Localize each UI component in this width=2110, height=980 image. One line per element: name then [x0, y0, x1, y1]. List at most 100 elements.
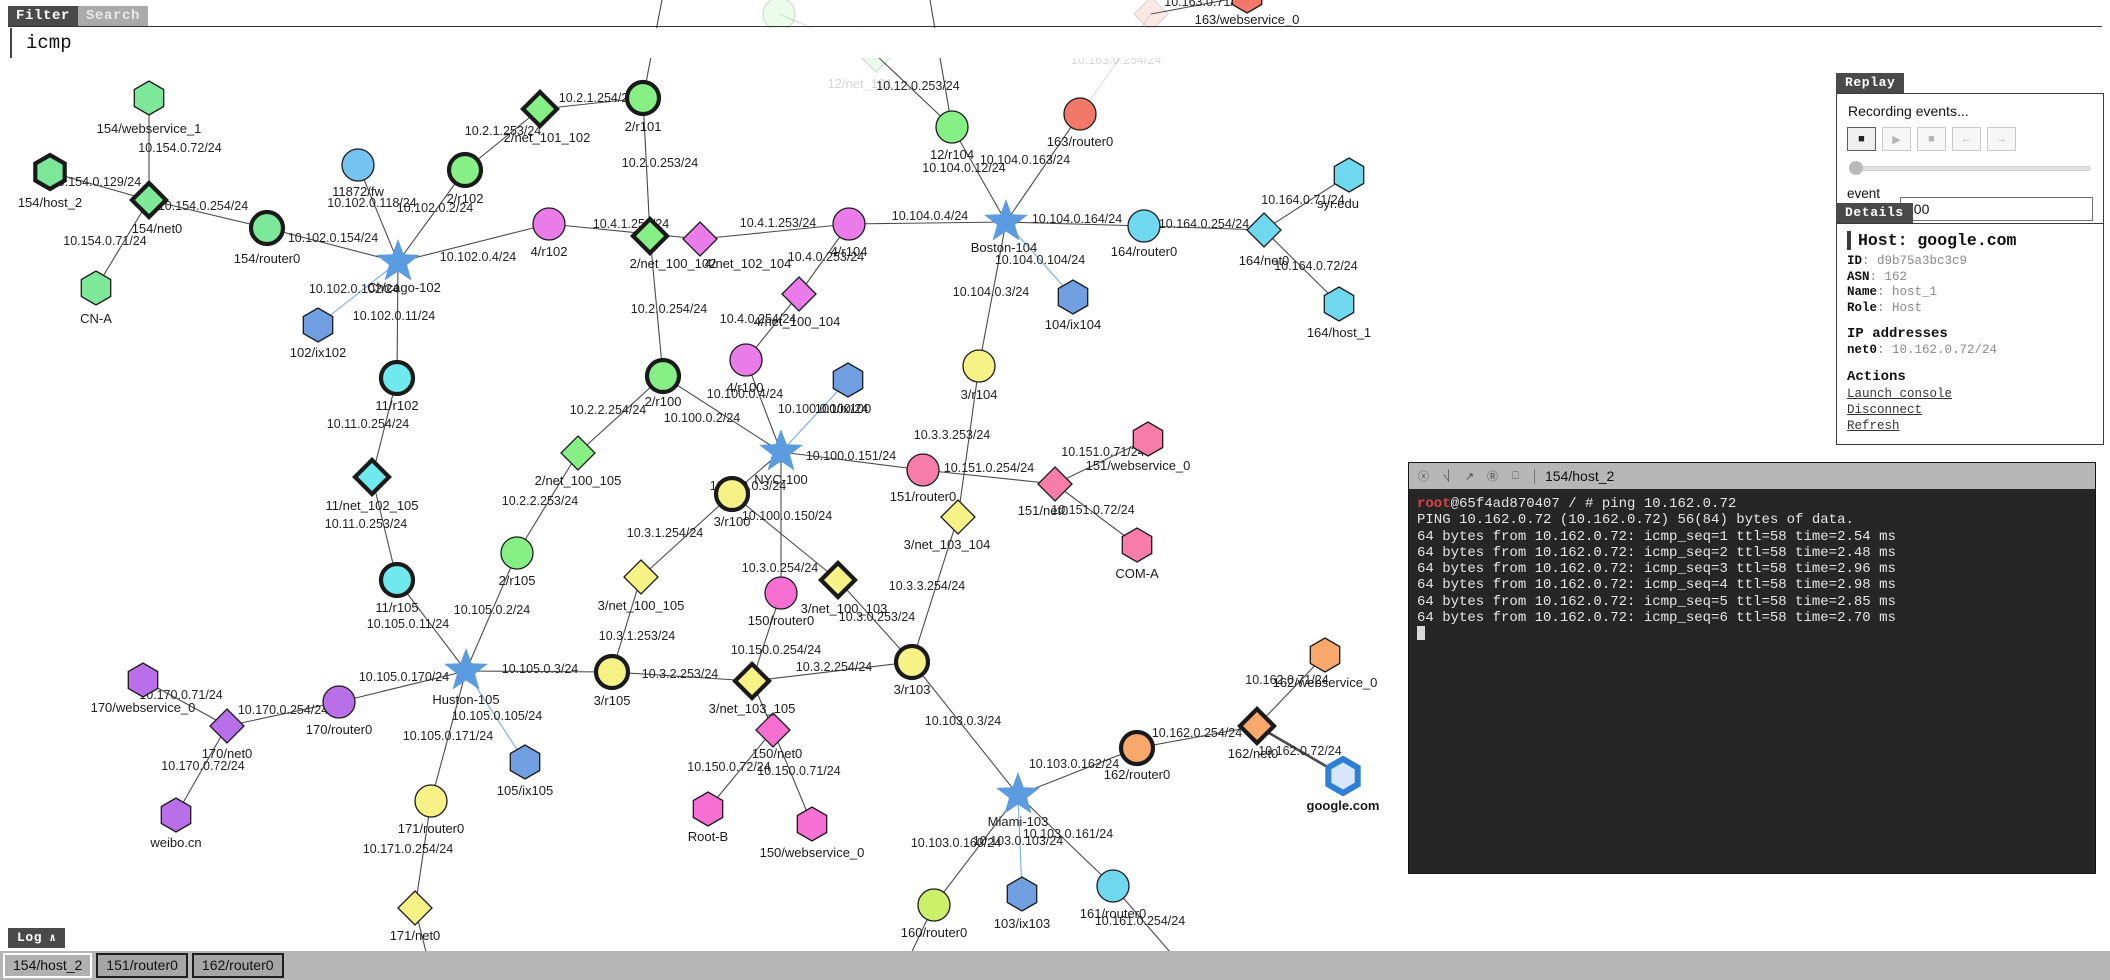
graph-node[interactable]: [532, 207, 566, 241]
node-label: 4/net_100_104: [754, 314, 841, 329]
graph-node[interactable]: [713, 475, 751, 513]
node-label: 4/r100: [727, 380, 764, 395]
edge-label: 10.2.1.254/24: [559, 91, 636, 105]
graph-node[interactable]: [984, 199, 1028, 241]
log-tab-162-router0[interactable]: 162/router0: [191, 953, 284, 978]
graph-node[interactable]: [755, 712, 791, 748]
graph-node[interactable]: [133, 80, 165, 116]
graph-node[interactable]: [1333, 157, 1365, 193]
graph-node[interactable]: [500, 536, 534, 570]
tab-filter[interactable]: Filter: [8, 6, 79, 27]
graph-node[interactable]: [1096, 869, 1130, 903]
graph-node[interactable]: [893, 643, 931, 681]
graph-node[interactable]: [624, 79, 662, 117]
reconnect-icon[interactable]: Ⓡ: [1484, 468, 1501, 485]
node-label: 2/r102: [447, 191, 484, 206]
graph-node[interactable]: [341, 148, 375, 182]
replay-timeline-slider[interactable]: [1849, 160, 2091, 176]
graph-node[interactable]: [1127, 209, 1161, 243]
step-forward-button[interactable]: →: [1987, 127, 2016, 151]
close-icon[interactable]: ⓧ: [1415, 468, 1432, 485]
graph-node[interactable]: [80, 270, 112, 306]
graph-node[interactable]: [322, 685, 356, 719]
graph-node[interactable]: [935, 110, 969, 144]
launch-console-link[interactable]: Launch console: [1847, 386, 2093, 402]
graph-node[interactable]: [446, 151, 484, 189]
stop-button[interactable]: ■: [1917, 127, 1946, 151]
node-label: 150/net0: [752, 746, 803, 761]
graph-node[interactable]: [644, 357, 682, 395]
tab-search[interactable]: Search: [78, 6, 149, 27]
filter-input[interactable]: [10, 28, 2102, 58]
filter-bar: Filter Search: [0, 0, 2110, 62]
graph-node[interactable]: [682, 221, 718, 257]
graph-node[interactable]: [906, 453, 940, 487]
edge-label: 10.100.0.2/24: [664, 411, 741, 425]
chevron-up-icon: ∧: [49, 932, 57, 945]
edge-label: 10.102.0.154/24: [288, 231, 378, 245]
graph-node[interactable]: [1325, 755, 1361, 797]
graph-node[interactable]: [302, 307, 334, 343]
graph-node[interactable]: [248, 209, 286, 247]
graph-node[interactable]: [962, 349, 996, 383]
graph-node[interactable]: [1323, 286, 1355, 322]
terminal-output[interactable]: root@65f4ad870407 / # ping 10.162.0.72 P…: [1409, 489, 2095, 651]
graph-node[interactable]: [832, 207, 866, 241]
edge-label: 10.104.0.3/24: [953, 285, 1030, 299]
node-label: Chicago-102: [367, 280, 441, 295]
graph-node[interactable]: [917, 888, 951, 922]
graph-node[interactable]: [1037, 466, 1073, 502]
play-button[interactable]: ▶: [1882, 127, 1911, 151]
node-label: COM-A: [1115, 566, 1159, 581]
graph-node[interactable]: [352, 457, 392, 497]
record-stop-button[interactable]: ■: [1847, 127, 1876, 151]
log-toggle-button[interactable]: Log ∧: [8, 928, 66, 948]
edge-label: 10.105.0.105/24: [452, 709, 542, 723]
edge-label: 10.2.2.254/24: [570, 403, 647, 417]
graph-node[interactable]: [818, 560, 858, 600]
graph-node[interactable]: [796, 806, 828, 842]
graph-node[interactable]: [560, 435, 596, 471]
terminal-window[interactable]: ⓧ ⎷ ↗ Ⓡ ⎕ 154/host_2 root@65f4ad870407 /…: [1408, 462, 2096, 874]
graph-node[interactable]: [1118, 729, 1156, 767]
graph-node[interactable]: [397, 890, 433, 926]
log-tab-strip: 154/host_2 151/router0 162/router0: [0, 951, 2110, 980]
graph-node[interactable]: [940, 499, 976, 535]
graph-node[interactable]: [1063, 97, 1097, 131]
graph-node[interactable]: [732, 661, 772, 701]
replay-slider-knob[interactable]: [1849, 161, 1863, 175]
graph-node[interactable]: [623, 559, 659, 595]
graph-node[interactable]: [1309, 637, 1341, 673]
step-back-button[interactable]: ←: [1952, 127, 1981, 151]
node-label: syr.edu: [1317, 196, 1359, 211]
log-tab-154-host_2[interactable]: 154/host_2: [3, 953, 93, 978]
graph-node[interactable]: [781, 276, 817, 312]
graph-node[interactable]: [1006, 876, 1038, 912]
details-actions-section-title: Actions: [1847, 368, 1906, 385]
log-tab-151-router0[interactable]: 151/router0: [96, 953, 188, 978]
graph-node[interactable]: [509, 744, 541, 780]
keyboard-icon[interactable]: ⎕: [1507, 468, 1524, 485]
node-label: 171/router0: [398, 821, 465, 836]
disconnect-link[interactable]: Disconnect: [1847, 402, 2093, 418]
graph-node[interactable]: [378, 359, 416, 397]
graph-node[interactable]: [729, 343, 763, 377]
graph-node[interactable]: [1121, 527, 1153, 563]
graph-node[interactable]: [593, 653, 631, 691]
edge-label: 10.104.0.104/24: [995, 253, 1085, 267]
node-label: 162/net0: [1228, 746, 1279, 761]
graph-node[interactable]: [160, 797, 192, 833]
graph-node[interactable]: [414, 784, 448, 818]
graph-node[interactable]: [378, 561, 416, 599]
details-ip-section-title: IP addresses: [1847, 326, 1948, 342]
graph-node[interactable]: [444, 648, 488, 690]
graph-node[interactable]: [33, 152, 67, 192]
minimize-icon[interactable]: ⎷: [1438, 468, 1455, 485]
popout-icon[interactable]: ↗: [1461, 468, 1478, 485]
graph-node[interactable]: [520, 89, 560, 129]
refresh-link[interactable]: Refresh: [1847, 418, 2093, 434]
graph-node[interactable]: [764, 576, 798, 610]
terminal-line-4: 64 bytes from 10.162.0.72: icmp_seq=4 tt…: [1417, 577, 1896, 594]
graph-node[interactable]: [832, 362, 864, 398]
graph-edge[interactable]: [1005, 113, 1081, 223]
